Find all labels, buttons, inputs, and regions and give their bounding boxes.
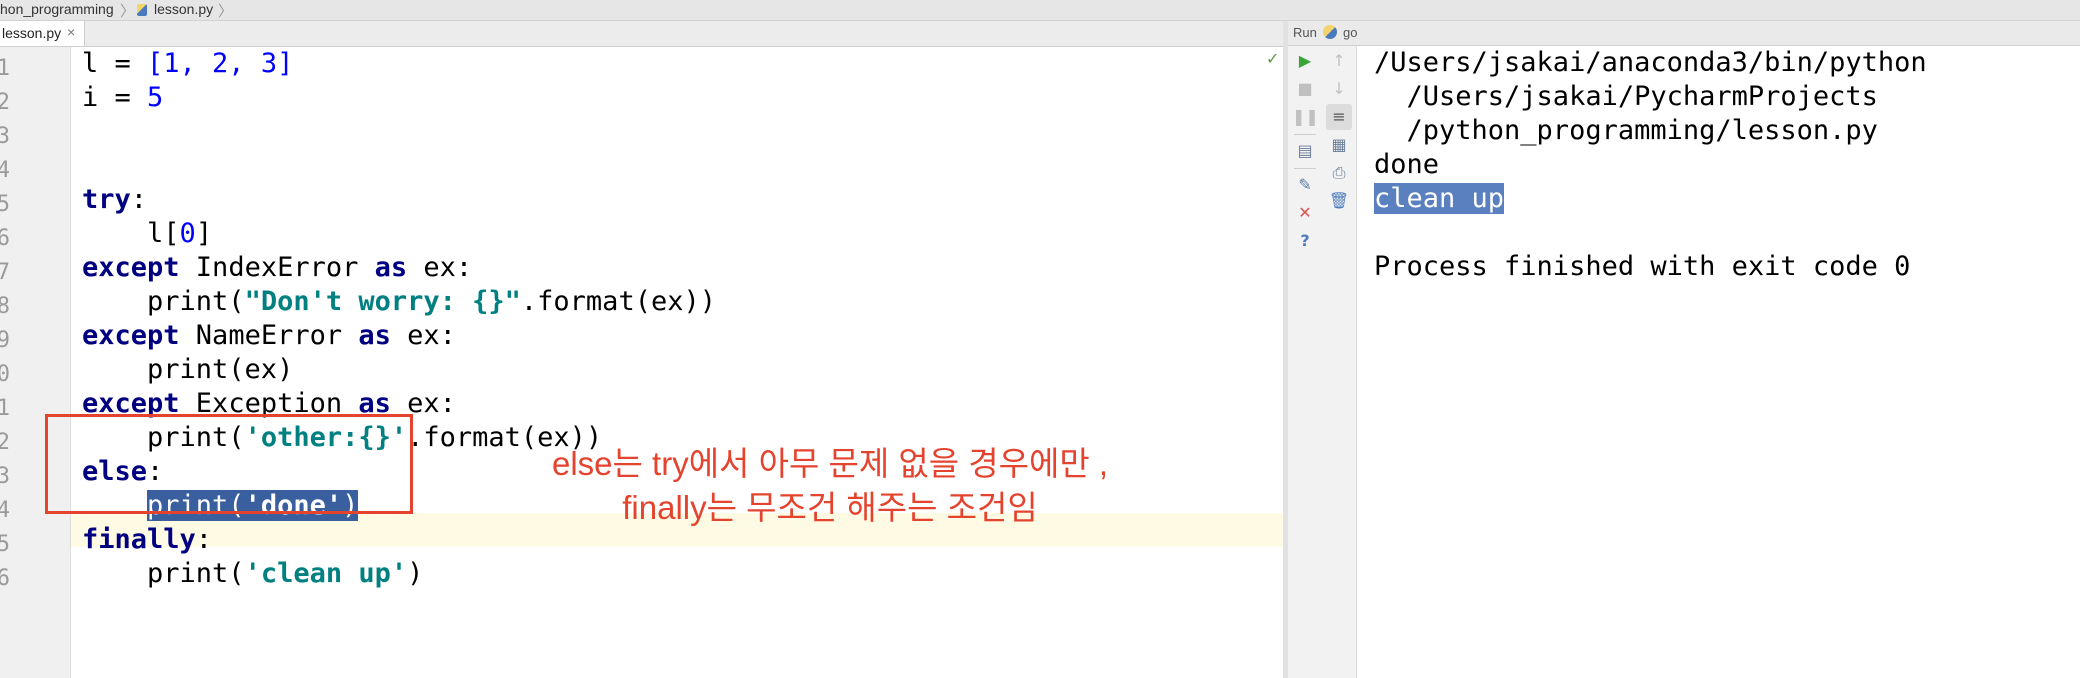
code-token-keyword: except <box>82 252 180 283</box>
line-number: 3 <box>0 464 10 489</box>
tab-lesson-py[interactable]: lesson.py × <box>0 21 85 46</box>
breadcrumb-separator: 〉 <box>120 3 136 20</box>
code-line[interactable]: try: <box>82 183 147 217</box>
code-token: .format(ex)) <box>520 286 716 317</box>
code-token-keyword: as <box>374 252 408 283</box>
line-number: 8 <box>0 294 10 319</box>
annotation-line-2: finally는 무조건 해주는 조건임 <box>622 489 1038 526</box>
toolbar-divider <box>1294 134 1316 135</box>
run-toolbar-primary: ▶ ■ ❚❚ ▤ ✎ ✕ ? <box>1288 46 1323 678</box>
annotation-highlight-box <box>45 414 413 514</box>
run-panel-header: Run go <box>1288 21 2080 46</box>
run-icon[interactable]: ▶ <box>1292 48 1318 74</box>
breadcrumb-project[interactable]: hon_programming <box>0 1 114 17</box>
code-token: IndexError <box>179 252 375 283</box>
line-number: 9 <box>0 328 10 353</box>
code-token: ] <box>195 218 213 249</box>
scroll-icon[interactable]: ▦ <box>1326 132 1352 158</box>
code-token: print( <box>82 286 245 317</box>
line-number: 2 <box>0 430 10 455</box>
code-token-number: 5 <box>147 82 164 113</box>
code-token-string: "Don't worry: {}" <box>244 286 521 317</box>
help-icon[interactable]: ? <box>1292 228 1318 254</box>
line-number: 6 <box>0 226 10 251</box>
code-editor[interactable]: ✓ l = [1, 2, 3] i = 5 try: l[0] except I… <box>71 47 1283 678</box>
console-line: /Users/jsakai/anaconda3/bin/python <box>1374 47 1927 78</box>
code-token: l = <box>82 48 148 79</box>
down-arrow-icon[interactable]: ↓ <box>1326 76 1352 102</box>
code-token: l[ <box>82 218 180 249</box>
line-number: 3 <box>0 124 10 149</box>
code-token-number: 0 <box>179 218 196 249</box>
close-icon[interactable]: ✕ <box>1292 200 1318 226</box>
selected-output: clean up <box>1374 183 1505 214</box>
code-token: ) <box>407 558 424 589</box>
code-token-keyword: try <box>82 184 131 215</box>
code-token: ex: <box>407 252 473 283</box>
breadcrumb-file[interactable]: lesson.py <box>154 1 213 17</box>
code-line[interactable]: print(ex) <box>82 353 293 387</box>
inspection-ok-icon: ✓ <box>1266 49 1280 68</box>
code-line[interactable]: except NameError as ex: <box>82 319 456 353</box>
code-token-keyword: as <box>358 320 391 351</box>
code-token-number: [1, 2, 3] <box>147 48 294 79</box>
run-config-name[interactable]: go <box>1343 25 1357 40</box>
code-token-keyword: finally <box>82 524 196 555</box>
tab-label: lesson.py <box>2 25 62 41</box>
up-arrow-icon[interactable]: ↑ <box>1326 48 1352 74</box>
code-token: print(ex) <box>82 354 294 385</box>
navigation-bar: hon_programming 〉 lesson.py 〉 <box>0 0 2080 21</box>
code-line[interactable]: except IndexError as ex: <box>82 251 472 285</box>
code-token: print( <box>82 558 245 589</box>
code-token: i = <box>82 82 148 113</box>
trash-icon[interactable]: 🗑 <box>1326 188 1352 214</box>
console-line: /python_programming/lesson.py <box>1374 115 1878 146</box>
console-line: /Users/jsakai/PycharmProjects <box>1374 81 1878 112</box>
console-line: done <box>1374 149 1440 180</box>
line-number: 5 <box>0 192 10 217</box>
line-number: 4 <box>0 498 10 523</box>
run-console[interactable]: /Users/jsakai/anaconda3/bin/python /User… <box>1357 46 2080 678</box>
editor-tab-bar: lesson.py × <box>0 21 1284 47</box>
line-number: 6 <box>0 566 10 591</box>
code-token: ex: <box>390 320 456 351</box>
line-number: 0 <box>0 362 10 387</box>
code-line[interactable]: finally: <box>82 523 212 557</box>
close-icon[interactable]: × <box>67 24 75 40</box>
line-number-gutter: 1 2 3 4 5 6 7 8 9 0 1 2 3 4 5 6 <box>0 47 71 678</box>
code-token: NameError <box>179 320 359 351</box>
pause-icon[interactable]: ❚❚ <box>1292 104 1319 130</box>
code-line[interactable]: print("Don't worry: {}".format(ex)) <box>82 285 716 319</box>
run-toolbar-secondary: ↑ ↓ ≡ ▦ ⎙ 🗑 <box>1322 46 1357 678</box>
line-number: 7 <box>0 260 10 285</box>
layout-icon[interactable]: ▤ <box>1292 138 1318 164</box>
pin-icon[interactable]: ✎ <box>1292 172 1318 198</box>
stop-icon[interactable]: ■ <box>1292 76 1318 102</box>
code-line[interactable]: l = [1, 2, 3] <box>82 47 293 81</box>
console-line-selected: clean up <box>1374 182 1505 216</box>
code-token-keyword: except <box>82 320 180 351</box>
code-token: : <box>195 524 213 555</box>
run-panel-title: Run <box>1293 25 1317 40</box>
annotation-text: else는 try에서 아무 문제 없을 경우에만 , finally는 무조건… <box>490 442 1170 530</box>
line-number: 4 <box>0 158 10 183</box>
print-icon[interactable]: ⎙ <box>1326 160 1352 186</box>
toolbar-divider <box>1294 168 1316 169</box>
code-line[interactable]: i = 5 <box>82 81 163 115</box>
code-line[interactable]: l[0] <box>82 217 212 251</box>
line-number: 2 <box>0 90 10 115</box>
code-token-string: 'clean up' <box>244 558 408 589</box>
code-token: : <box>130 184 148 215</box>
process-finished-message: Process finished with exit code 0 <box>1374 251 1911 282</box>
line-number: 5 <box>0 532 10 557</box>
code-line[interactable]: print('clean up') <box>82 557 423 591</box>
line-number: 1 <box>0 396 10 421</box>
line-number: 1 <box>0 56 10 81</box>
python-config-icon <box>1323 25 1337 39</box>
soft-wrap-icon[interactable]: ≡ <box>1326 104 1352 130</box>
python-file-icon <box>137 4 147 16</box>
annotation-line-1: else는 try에서 아무 문제 없을 경우에만 , <box>551 445 1109 482</box>
breadcrumb-separator: 〉 <box>218 3 234 20</box>
